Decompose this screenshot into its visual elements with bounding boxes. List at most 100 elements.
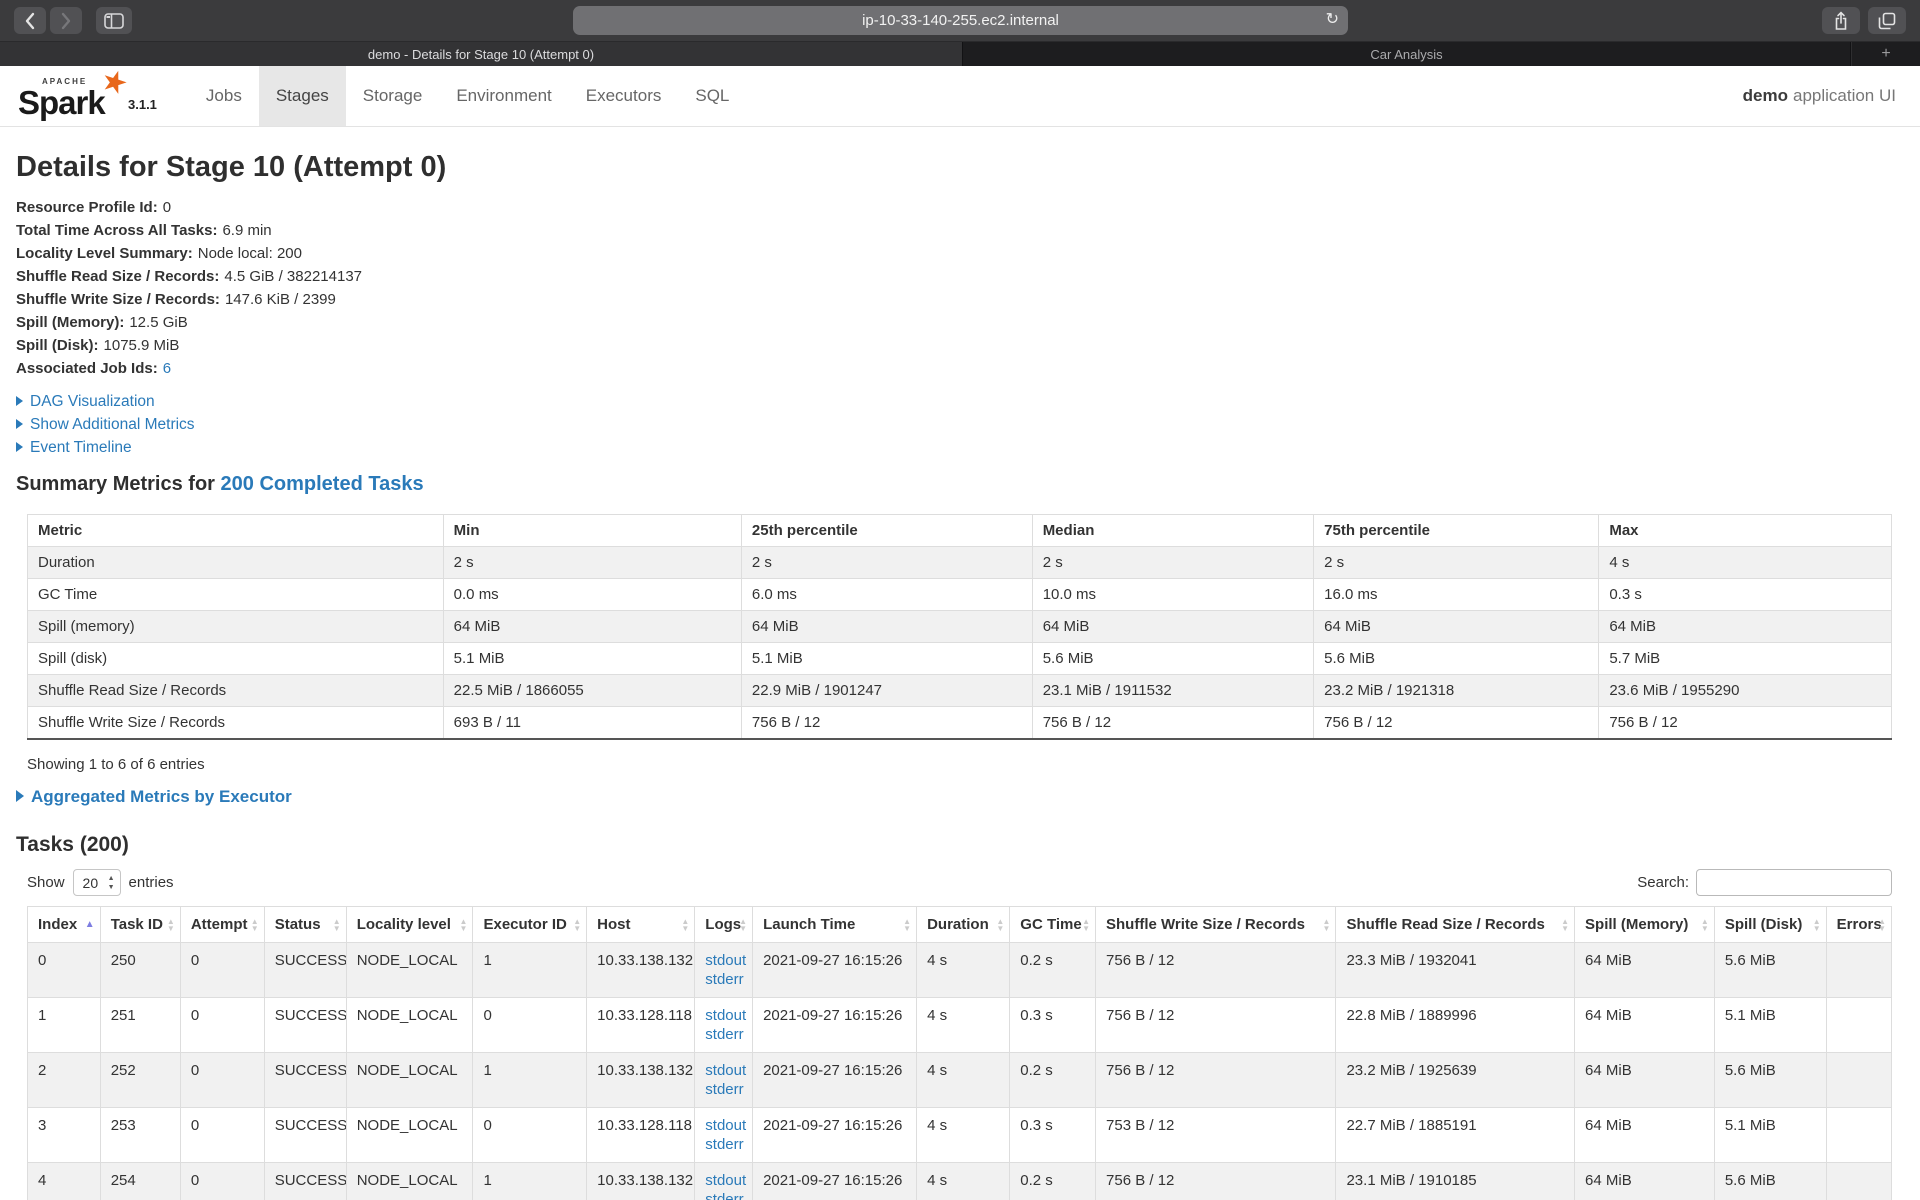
column-header-gc-time[interactable]: GC Time▲▼ — [1010, 907, 1096, 943]
column-header-launch-time[interactable]: Launch Time▲▼ — [753, 907, 917, 943]
duration-cell: 4 s — [917, 1108, 1010, 1163]
table-row: 32530SUCCESSNODE_LOCAL010.33.128.118stdo… — [28, 1108, 1892, 1163]
index-cell: 4 — [28, 1163, 101, 1200]
forward-button[interactable] — [50, 7, 82, 34]
status-cell: SUCCESS — [264, 1163, 346, 1200]
column-header-spill-disk[interactable]: Spill (Disk)▲▼ — [1714, 907, 1826, 943]
locality-level-cell: NODE_LOCAL — [346, 943, 473, 998]
logo-spark-text: Spark — [18, 84, 105, 122]
property-shuffle-write: Shuffle Write Size / Records:147.6 KiB /… — [16, 288, 1904, 311]
launch-time-cell: 2021-09-27 16:15:26 — [753, 943, 917, 998]
sidebar-toggle-button[interactable] — [96, 7, 132, 34]
page-size-value: 20 — [83, 875, 99, 891]
tabs-overview-button[interactable] — [1868, 7, 1906, 34]
attempt-cell: 0 — [180, 998, 264, 1053]
errors-cell — [1826, 1163, 1891, 1200]
stdout-link[interactable]: stdout — [705, 1061, 742, 1080]
task-id-cell: 251 — [100, 998, 180, 1053]
page-size-select[interactable]: 20 ▲▼ — [73, 869, 121, 896]
logs-cell: stdoutstderr — [695, 1163, 753, 1200]
locality-level-cell: NODE_LOCAL — [346, 1053, 473, 1108]
associated-job-id-link[interactable]: 6 — [163, 360, 171, 377]
show-additional-metrics-toggle[interactable]: Show Additional Metrics — [16, 413, 1904, 436]
duration-cell: 4 s — [917, 1163, 1010, 1200]
status-cell: SUCCESS — [264, 1053, 346, 1108]
column-header-duration[interactable]: Duration▲▼ — [917, 907, 1010, 943]
chevron-right-icon — [60, 12, 72, 30]
task-id-cell: 250 — [100, 943, 180, 998]
back-button[interactable] — [14, 7, 46, 34]
75th-percentile-cell: 2 s — [1314, 547, 1599, 579]
sort-icon: ▲▼ — [333, 918, 341, 932]
column-header-status[interactable]: Status▲▼ — [264, 907, 346, 943]
share-button[interactable] — [1822, 7, 1860, 34]
nav-item-jobs[interactable]: Jobs — [189, 66, 259, 126]
shuffle-write-size-records-cell: 756 B / 12 — [1096, 1163, 1336, 1200]
address-bar[interactable]: ip-10-33-140-255.ec2.internal ↻ — [573, 6, 1348, 35]
column-header-errors[interactable]: Errors▲▼ — [1826, 907, 1891, 943]
tab-demo-stage-details[interactable]: demo - Details for Stage 10 (Attempt 0) — [0, 42, 963, 66]
reload-icon[interactable]: ↻ — [1326, 9, 1339, 29]
stderr-link[interactable]: stderr — [705, 1135, 742, 1154]
stdout-link[interactable]: stdout — [705, 951, 742, 970]
column-header-spill-memory[interactable]: Spill (Memory)▲▼ — [1575, 907, 1715, 943]
column-header-index[interactable]: Index▲▼ — [28, 907, 101, 943]
aggregated-metrics-toggle[interactable]: Aggregated Metrics by Executor — [16, 787, 1904, 807]
75th-percentile-cell: 5.6 MiB — [1314, 643, 1599, 675]
url-text: ip-10-33-140-255.ec2.internal — [862, 12, 1059, 29]
75th-percentile-cell: 756 B / 12 — [1314, 707, 1599, 740]
gc-time-cell: 0.2 s — [1010, 1163, 1096, 1200]
nav-item-sql[interactable]: SQL — [678, 66, 746, 126]
browser-chrome: ip-10-33-140-255.ec2.internal ↻ d — [0, 0, 1920, 66]
metric-cell: Spill (disk) — [28, 643, 444, 675]
column-header-shuffle-write-size-records[interactable]: Shuffle Write Size / Records▲▼ — [1096, 907, 1336, 943]
property-total-time: Total Time Across All Tasks:6.9 min — [16, 219, 1904, 242]
search-input[interactable] — [1696, 869, 1892, 896]
sort-icon: ▲▼ — [85, 920, 95, 930]
metric-cell: GC Time — [28, 579, 444, 611]
sort-icon: ▲▼ — [1082, 918, 1090, 932]
column-header-executor-id[interactable]: Executor ID▲▼ — [473, 907, 587, 943]
nav-item-environment[interactable]: Environment — [439, 66, 568, 126]
stdout-link[interactable]: stdout — [705, 1116, 742, 1135]
nav-item-stages[interactable]: Stages — [259, 66, 346, 126]
stdout-link[interactable]: stdout — [705, 1006, 742, 1025]
spark-logo[interactable]: APACHE Spark ★ 3.1.1 — [0, 66, 167, 126]
entries-label: entries — [129, 874, 174, 891]
sort-icon: ▲▼ — [251, 918, 259, 932]
stderr-link[interactable]: stderr — [705, 970, 742, 989]
stdout-link[interactable]: stdout — [705, 1171, 742, 1190]
column-header-task-id[interactable]: Task ID▲▼ — [100, 907, 180, 943]
search-label: Search: — [1637, 874, 1689, 891]
spill-memory-cell: 64 MiB — [1575, 1163, 1715, 1200]
column-header-host[interactable]: Host▲▼ — [587, 907, 695, 943]
property-resource-profile: Resource Profile Id:0 — [16, 196, 1904, 219]
attempt-cell: 0 — [180, 1163, 264, 1200]
sort-icon: ▲▼ — [903, 918, 911, 932]
completed-tasks-link[interactable]: 200 Completed Tasks — [221, 473, 424, 495]
new-tab-button[interactable]: + — [1851, 42, 1920, 66]
nav-item-storage[interactable]: Storage — [346, 66, 440, 126]
property-spill-memory: Spill (Memory):12.5 GiB — [16, 311, 1904, 334]
stderr-link[interactable]: stderr — [705, 1190, 742, 1200]
stderr-link[interactable]: stderr — [705, 1025, 742, 1044]
dag-visualization-toggle[interactable]: DAG Visualization — [16, 390, 1904, 413]
nav-item-executors[interactable]: Executors — [569, 66, 679, 126]
summary-table-wrap: MetricMin25th percentileMedian75th perce… — [27, 514, 1892, 740]
stderr-link[interactable]: stderr — [705, 1080, 742, 1099]
tasks-table: Index▲▼Task ID▲▼Attempt▲▼Status▲▼Localit… — [27, 906, 1892, 1200]
table-row: 12510SUCCESSNODE_LOCAL010.33.128.118stdo… — [28, 998, 1892, 1053]
metric-cell: Spill (memory) — [28, 611, 444, 643]
column-header-logs[interactable]: Logs▲▼ — [695, 907, 753, 943]
column-header-attempt[interactable]: Attempt▲▼ — [180, 907, 264, 943]
min-cell: 2 s — [443, 547, 741, 579]
gc-time-cell: 0.2 s — [1010, 943, 1096, 998]
sort-icon: ▲▼ — [1878, 918, 1886, 932]
event-timeline-toggle[interactable]: Event Timeline — [16, 436, 1904, 459]
column-header-locality-level[interactable]: Locality level▲▼ — [346, 907, 473, 943]
tab-car-analysis[interactable]: Car Analysis — [963, 42, 1851, 66]
25th-percentile-cell: 2 s — [741, 547, 1032, 579]
shuffle-read-size-records-cell: 22.8 MiB / 1889996 — [1336, 998, 1575, 1053]
show-label: Show — [27, 874, 65, 891]
column-header-shuffle-read-size-records[interactable]: Shuffle Read Size / Records▲▼ — [1336, 907, 1575, 943]
